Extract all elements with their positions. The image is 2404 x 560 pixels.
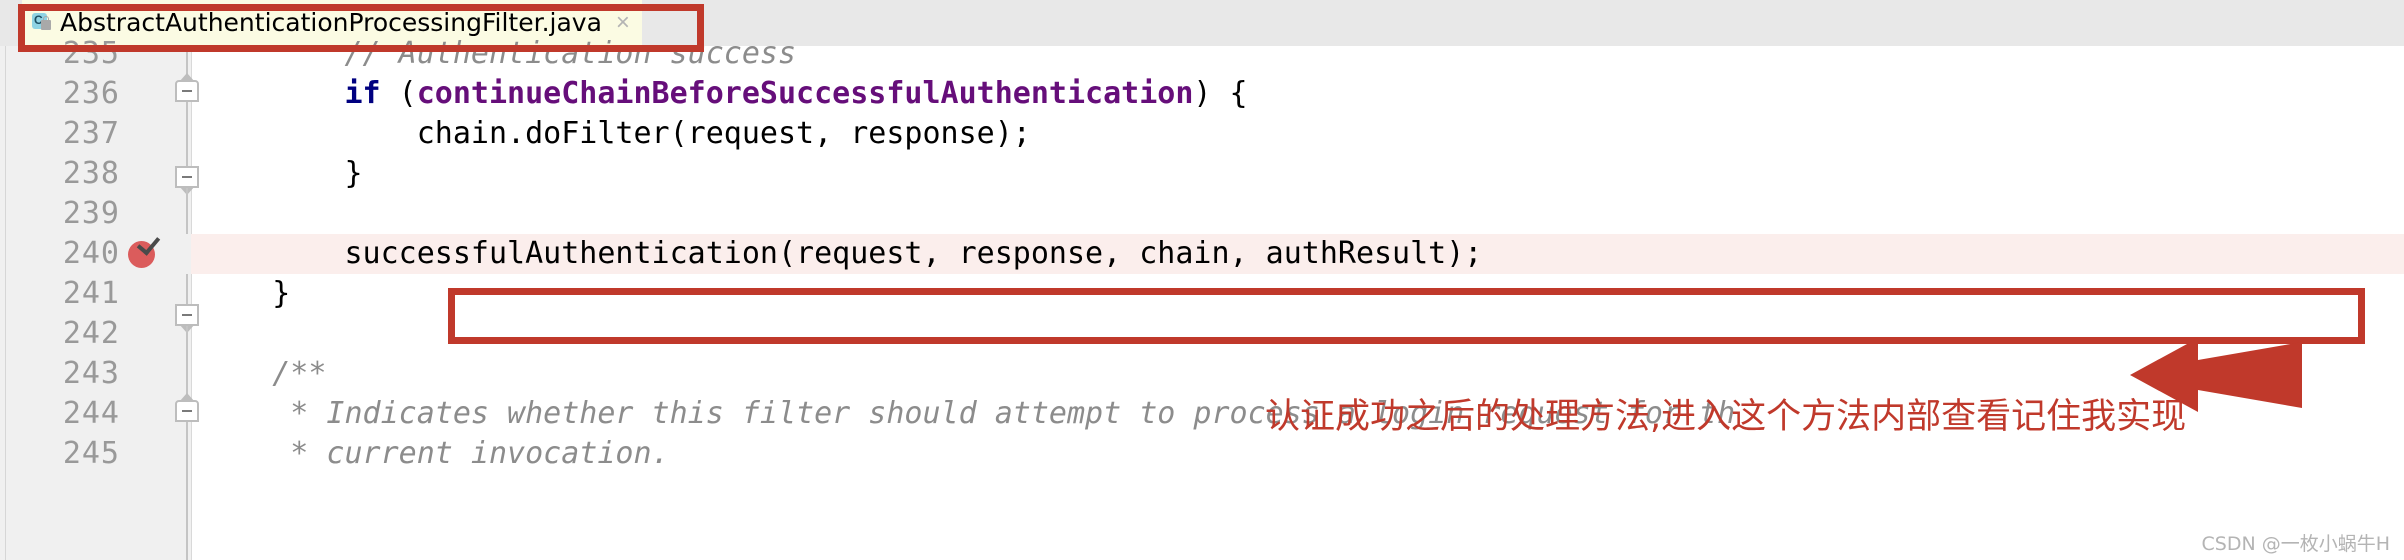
java-class-locked-icon: C: [32, 12, 52, 34]
code-line: 242: [0, 314, 2404, 354]
line-number: 243: [62, 356, 120, 391]
line-number: 241: [62, 276, 120, 311]
code-text: /**: [200, 356, 327, 391]
line-number: 242: [62, 316, 120, 351]
code-line: 236 if (continueChainBeforeSuccessfulAut…: [0, 74, 2404, 114]
line-number: 244: [62, 396, 120, 431]
editor-tab-label: AbstractAuthenticationProcessingFilter.j…: [60, 7, 602, 37]
line-number: 239: [62, 196, 120, 231]
code-editor: C AbstractAuthenticationProcessingFilter…: [0, 0, 2404, 560]
annotation-text: 认证成功之后的处理方法,进入这个方法内部查看记住我实现: [1265, 397, 2187, 437]
code-line: 237 chain.doFilter(request, response);: [0, 114, 2404, 154]
close-icon[interactable]: ×: [616, 10, 630, 35]
code-text: // Authentication success: [200, 36, 797, 71]
code-text: }: [200, 276, 291, 311]
watermark: CSDN @一枚小蜗牛H: [2201, 533, 2391, 555]
code-line: 241 }: [0, 274, 2404, 314]
line-number: 237: [62, 116, 120, 151]
code-line: 238 }: [0, 154, 2404, 194]
code-line: 243 /**: [0, 354, 2404, 394]
line-number: 235: [62, 36, 120, 71]
code-text: * current invocation.: [200, 436, 670, 471]
code-line: 235 // Authentication success: [0, 34, 2404, 74]
code-content-area[interactable]: 235 // Authentication success 236 if (con…: [0, 36, 2404, 560]
code-line: 245 * current invocation.: [0, 434, 2404, 474]
line-number: 236: [62, 76, 120, 111]
code-text: }: [200, 156, 363, 191]
code-text: successfulAuthentication(request, respon…: [200, 236, 1483, 271]
line-number: 238: [62, 156, 120, 191]
code-text: chain.doFilter(request, response);: [200, 116, 1031, 151]
code-line: 240 successfulAuthentication(request, re…: [0, 234, 2404, 274]
code-line: 239: [0, 194, 2404, 234]
line-number: 240: [62, 236, 120, 271]
left-pointing-arrow-icon: [2130, 338, 2302, 412]
line-number: 245: [62, 436, 120, 471]
code-text: if (continueChainBeforeSuccessfulAuthent…: [344, 76, 1248, 111]
